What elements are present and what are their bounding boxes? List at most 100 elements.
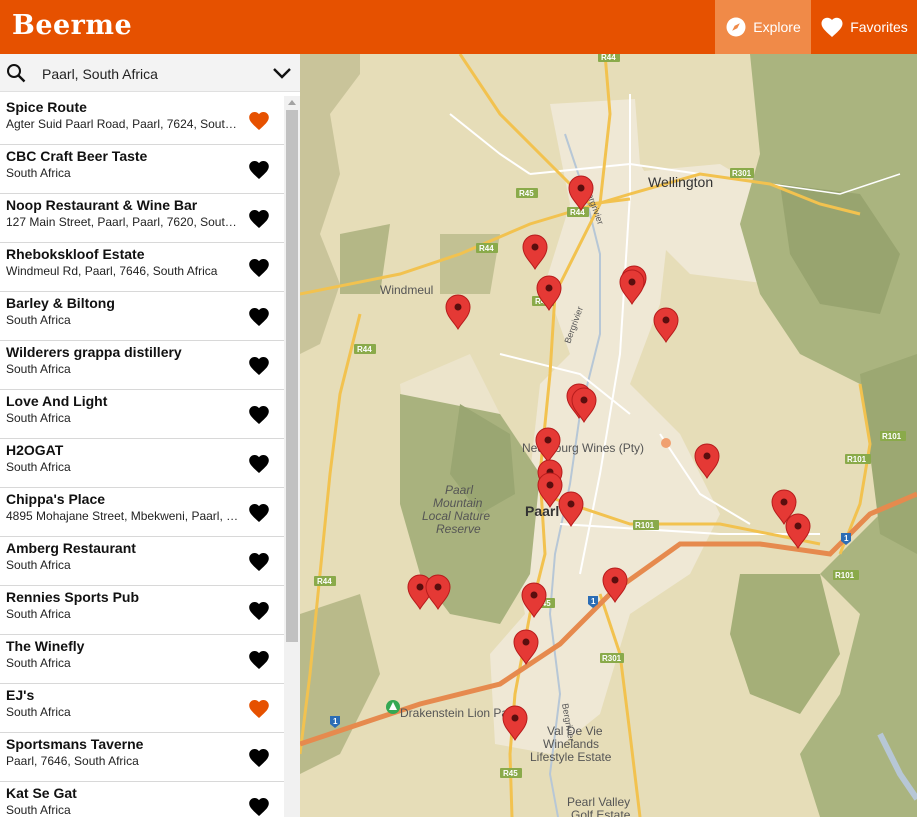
place-address: South Africa <box>6 460 71 474</box>
svg-text:R101: R101 <box>882 432 902 441</box>
place-address: South Africa <box>6 558 71 572</box>
search-icon[interactable] <box>6 63 26 83</box>
svg-text:R301: R301 <box>732 169 752 178</box>
search-input[interactable]: Paarl, South Africa <box>42 66 158 82</box>
place-name: Barley & Biltong <box>6 295 115 311</box>
map-label-reserve-4: Reserve <box>436 522 481 536</box>
list-item[interactable]: EJ's South Africa <box>0 684 284 733</box>
svg-text:R44: R44 <box>317 577 332 586</box>
list-item[interactable]: Kat Se Gat South Africa <box>0 782 284 817</box>
svg-text:1: 1 <box>844 534 849 543</box>
map-canvas[interactable]: Wellington Windmeul Paarl Paarl Mountain… <box>300 54 917 817</box>
app-header: Beerme Explore Favorites <box>0 0 917 54</box>
place-address: South Africa <box>6 362 71 376</box>
place-name: EJ's <box>6 687 35 703</box>
favorite-heart-icon[interactable] <box>248 404 270 426</box>
place-address: South Africa <box>6 313 71 327</box>
list-item[interactable]: H2OGAT South Africa <box>0 439 284 488</box>
place-address: Paarl, 7646, South Africa <box>6 754 139 768</box>
favorite-heart-icon[interactable] <box>248 208 270 230</box>
place-name: H2OGAT <box>6 442 64 458</box>
favorite-heart-icon[interactable] <box>248 796 270 817</box>
favorite-heart-icon[interactable] <box>248 110 270 132</box>
place-name: Rhebokskloof Estate <box>6 246 145 262</box>
svg-text:1: 1 <box>591 597 596 606</box>
place-name: Love And Light <box>6 393 108 409</box>
road-shield-r44-top: R44 <box>598 54 620 62</box>
svg-text:R44: R44 <box>601 54 616 62</box>
place-name: The Winefly <box>6 638 85 654</box>
map-label-drakenstein: Drakenstein Lion Park <box>400 706 519 720</box>
svg-text:R45: R45 <box>503 769 518 778</box>
map-label-reserve-2: Mountain <box>433 496 483 510</box>
place-address: South Africa <box>6 705 71 719</box>
place-name: Chippa's Place <box>6 491 106 507</box>
svg-text:R44: R44 <box>479 244 494 253</box>
location-search[interactable]: Paarl, South Africa <box>0 54 300 92</box>
svg-text:R44: R44 <box>570 208 585 217</box>
place-name: CBC Craft Beer Taste <box>6 148 148 164</box>
scroll-up-arrow[interactable] <box>288 100 296 105</box>
chevron-down-icon[interactable] <box>272 66 292 80</box>
place-address: 4895 Mohajane Street, Mbekweni, Paarl, 7… <box>6 509 241 523</box>
map-label-wellington: Wellington <box>648 174 713 190</box>
road-shield-r44-e: R44 <box>354 344 376 354</box>
road-shield-r45-a: R45 <box>516 188 538 198</box>
place-name: Rennies Sports Pub <box>6 589 140 605</box>
place-address: South Africa <box>6 803 71 817</box>
list-item[interactable]: Barley & Biltong South Africa <box>0 292 284 341</box>
favorite-heart-icon[interactable] <box>248 551 270 573</box>
map-label-paarl: Paarl <box>525 503 559 519</box>
map-view[interactable]: Wellington Windmeul Paarl Paarl Mountain… <box>300 54 917 817</box>
place-address: 127 Main Street, Paarl, Paarl, 7620, Sou… <box>6 215 241 229</box>
wine-poi-icon <box>661 438 671 448</box>
list-item[interactable]: Sportsmans Taverne Paarl, 7646, South Afr… <box>0 733 284 782</box>
svg-text:R101: R101 <box>635 521 655 530</box>
list-item[interactable]: Love And Light South Africa <box>0 390 284 439</box>
favorite-heart-icon[interactable] <box>248 453 270 475</box>
place-name: Amberg Restaurant <box>6 540 136 556</box>
place-address: Agter Suid Paarl Road, Paarl, 7624, Sout… <box>6 117 241 131</box>
brand-logo[interactable]: Beerme <box>12 10 132 41</box>
place-address: South Africa <box>6 166 71 180</box>
favorite-heart-icon[interactable] <box>248 502 270 524</box>
scrollbar[interactable] <box>284 96 300 817</box>
place-name: Spice Route <box>6 99 87 115</box>
favorite-heart-icon[interactable] <box>248 698 270 720</box>
list-item[interactable]: Rhebokskloof Estate Windmeul Rd, Paarl, 7… <box>0 243 284 292</box>
map-label-pearl-2: Golf Estate <box>571 808 631 817</box>
favorite-heart-icon[interactable] <box>248 355 270 377</box>
place-address: South Africa <box>6 656 71 670</box>
list-item[interactable]: Spice Route Agter Suid Paarl Road, Paarl,… <box>0 96 284 145</box>
scrollbar-thumb[interactable] <box>286 110 298 642</box>
favorite-heart-icon[interactable] <box>248 747 270 769</box>
tab-favorites-label: Favorites <box>850 19 908 35</box>
svg-text:R101: R101 <box>835 571 855 580</box>
favorite-heart-icon[interactable] <box>248 306 270 328</box>
tab-explore[interactable]: Explore <box>715 0 811 54</box>
svg-text:R101: R101 <box>847 455 867 464</box>
list-item[interactable]: Noop Restaurant & Wine Bar 127 Main Stree… <box>0 194 284 243</box>
road-shield-r101-d: R101 <box>833 570 859 580</box>
map-label-pearl-1: Pearl Valley <box>567 795 630 809</box>
favorite-heart-icon[interactable] <box>248 600 270 622</box>
place-name: Wilderers grappa distillery <box>6 344 182 360</box>
road-shield-r44-f: R44 <box>314 576 336 586</box>
road-shield-r301-a: R301 <box>730 168 754 178</box>
list-item[interactable]: Wilderers grappa distillery South Africa <box>0 341 284 390</box>
place-address: South Africa <box>6 411 71 425</box>
svg-text:R45: R45 <box>519 189 534 198</box>
favorite-heart-icon[interactable] <box>248 159 270 181</box>
map-label-valdevie-1: Val De Vie <box>547 724 603 738</box>
list-item[interactable]: CBC Craft Beer Taste South Africa <box>0 145 284 194</box>
list-item[interactable]: The Winefly South Africa <box>0 635 284 684</box>
favorite-heart-icon[interactable] <box>248 257 270 279</box>
tab-favorites[interactable]: Favorites <box>811 0 917 54</box>
road-shield-r44-c: R44 <box>476 243 498 253</box>
list-item[interactable]: Chippa's Place 4895 Mohajane Street, Mbek… <box>0 488 284 537</box>
list-item[interactable]: Rennies Sports Pub South Africa <box>0 586 284 635</box>
map-label-reserve-1: Paarl <box>445 483 473 497</box>
favorite-heart-icon[interactable] <box>248 649 270 671</box>
list-item[interactable]: Amberg Restaurant South Africa <box>0 537 284 586</box>
svg-text:R44: R44 <box>357 345 372 354</box>
